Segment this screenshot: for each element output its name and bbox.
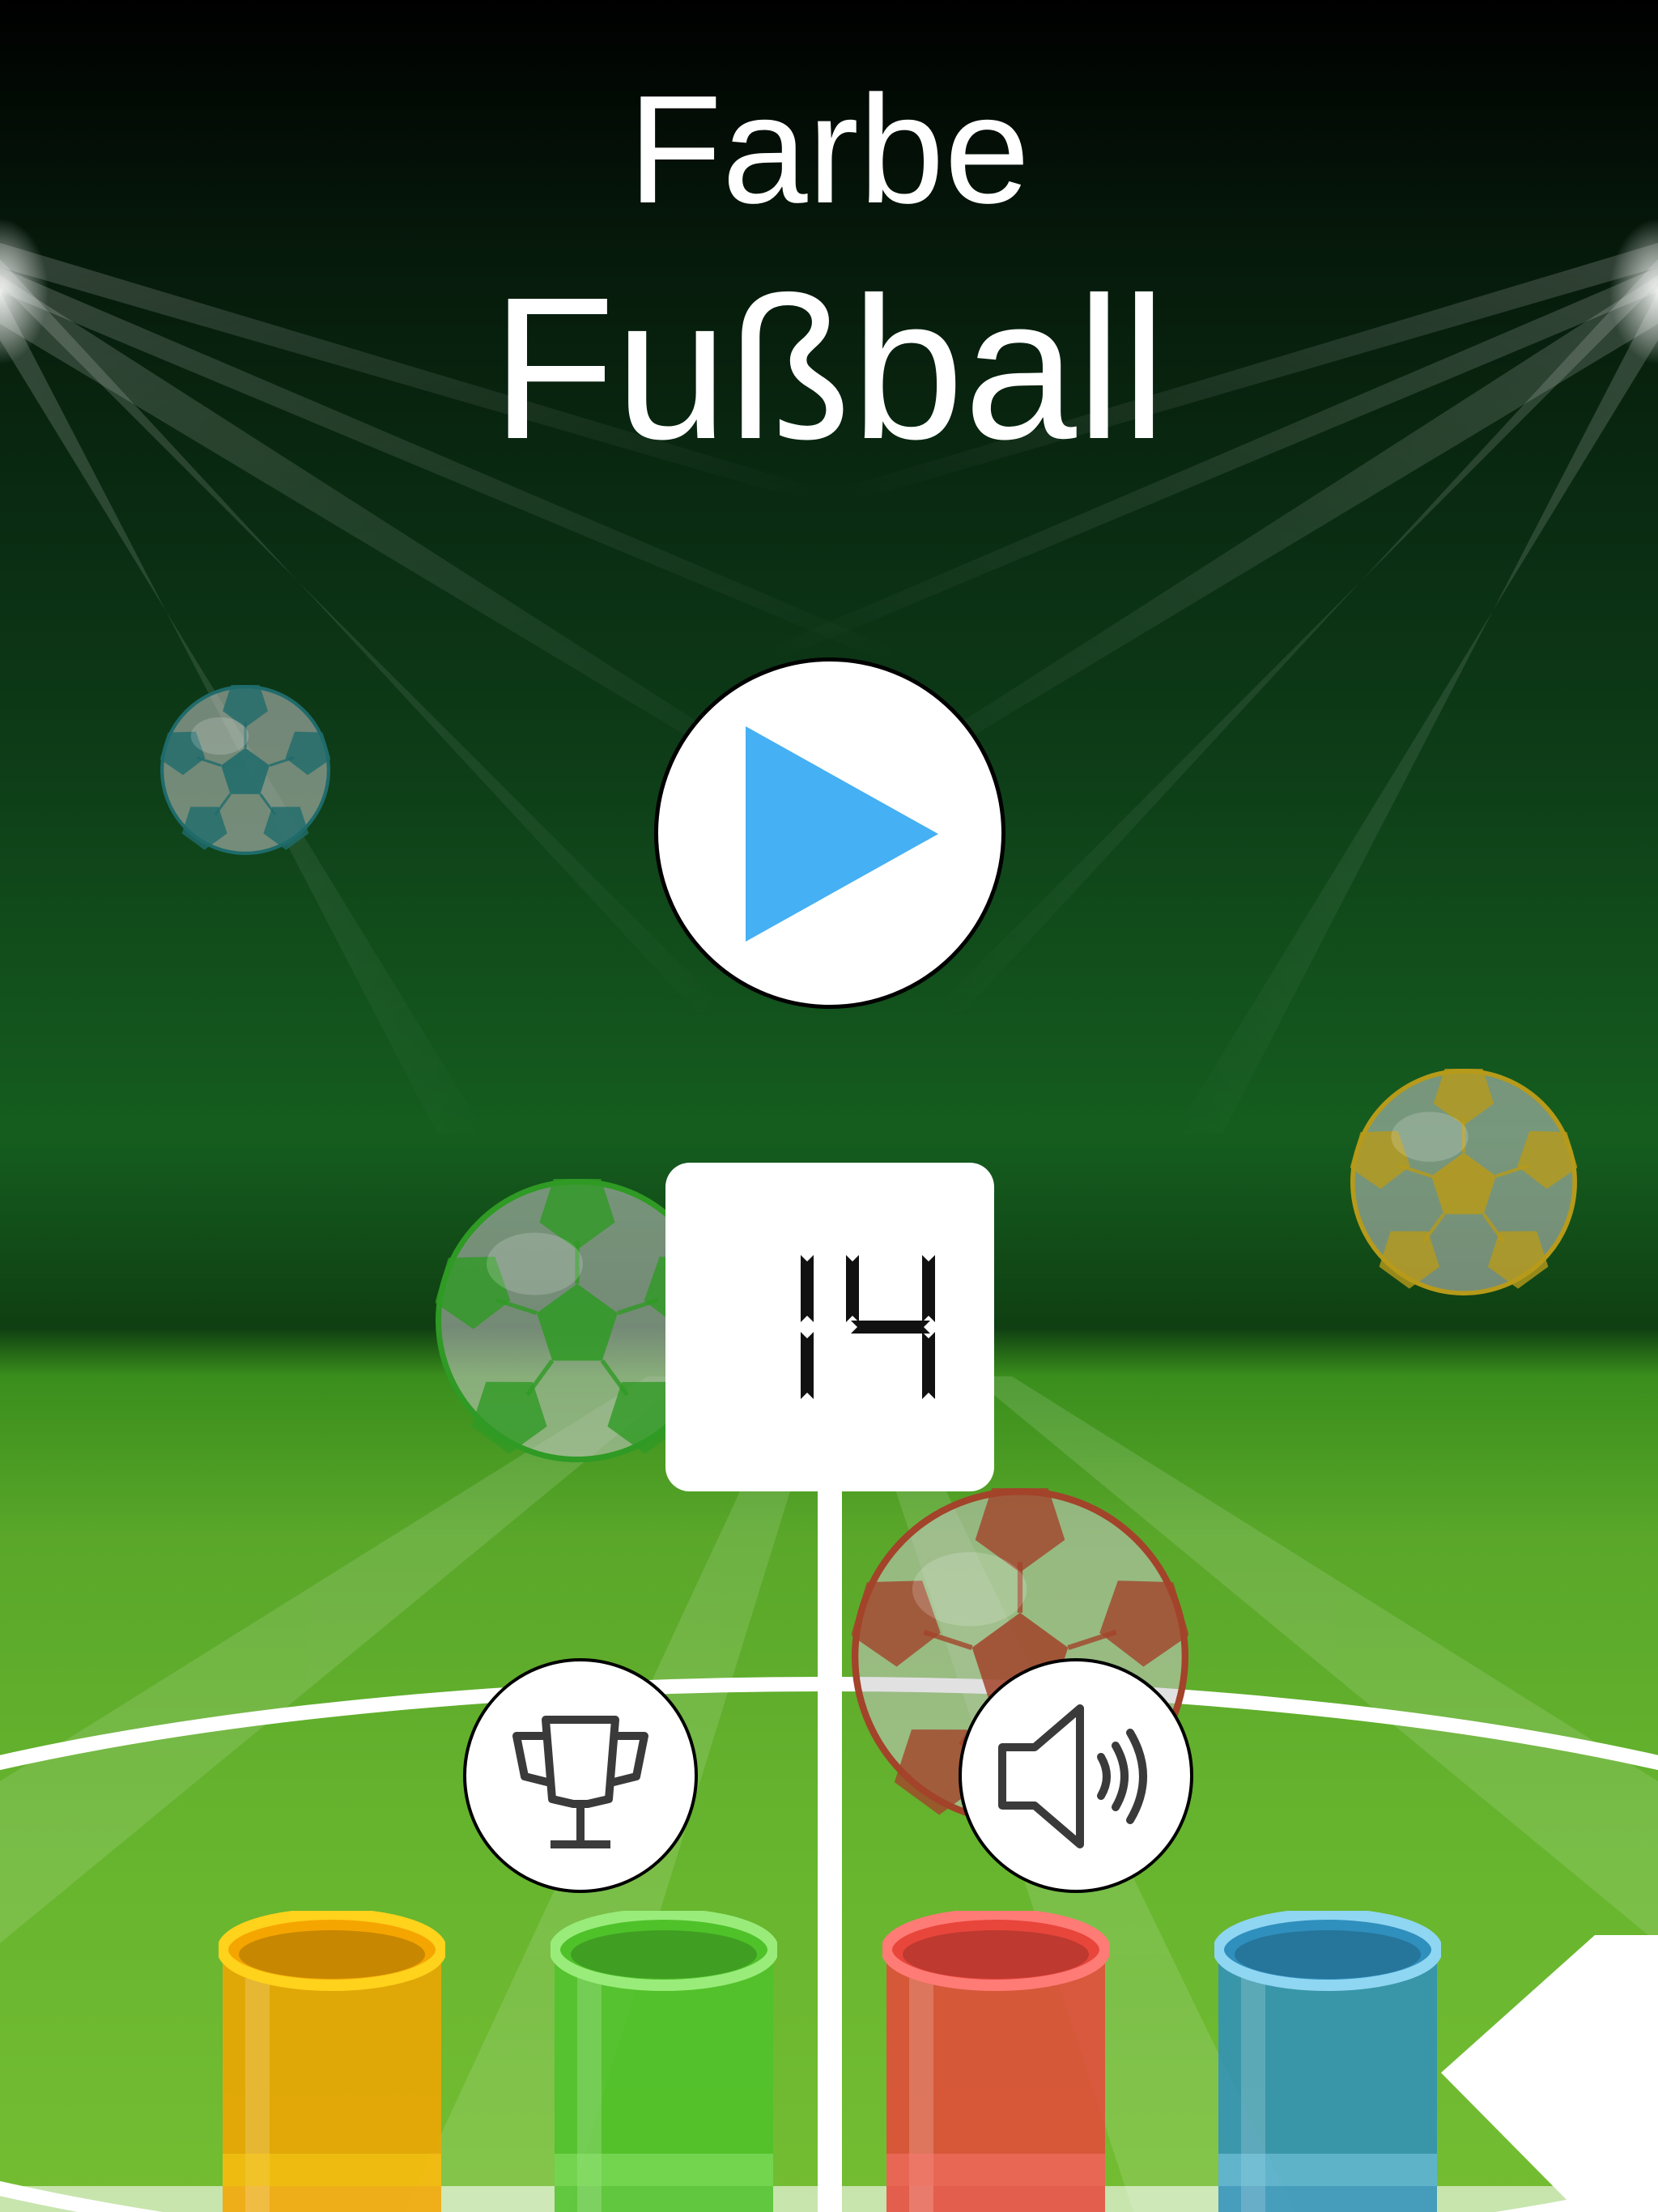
- game-scene: Farbe Fußball 14: [0, 0, 1658, 2212]
- blue-tube[interactable]: [1214, 1911, 1441, 2212]
- green-tube[interactable]: [551, 1911, 777, 2212]
- trophy-icon: [512, 1716, 648, 1848]
- score-digit: [801, 1255, 814, 1399]
- yellow-tube[interactable]: [219, 1911, 445, 2212]
- speaker-icon: [998, 1704, 1147, 1848]
- leaderboard-button[interactable]: [463, 1658, 698, 1893]
- game-title-line1: Farbe: [627, 64, 1031, 236]
- score-digits: [801, 1255, 935, 1399]
- play-button[interactable]: [654, 657, 1005, 1009]
- teal-soccer-ball: [160, 685, 330, 855]
- red-tube[interactable]: [882, 1911, 1109, 2212]
- sound-toggle-button[interactable]: [959, 1658, 1193, 1893]
- score-box: 14: [665, 1163, 994, 1491]
- play-icon: [746, 726, 938, 942]
- game-title-line2: Fußball: [491, 255, 1167, 481]
- score-digit: [846, 1255, 935, 1399]
- yellow-soccer-ball: [1350, 1069, 1577, 1295]
